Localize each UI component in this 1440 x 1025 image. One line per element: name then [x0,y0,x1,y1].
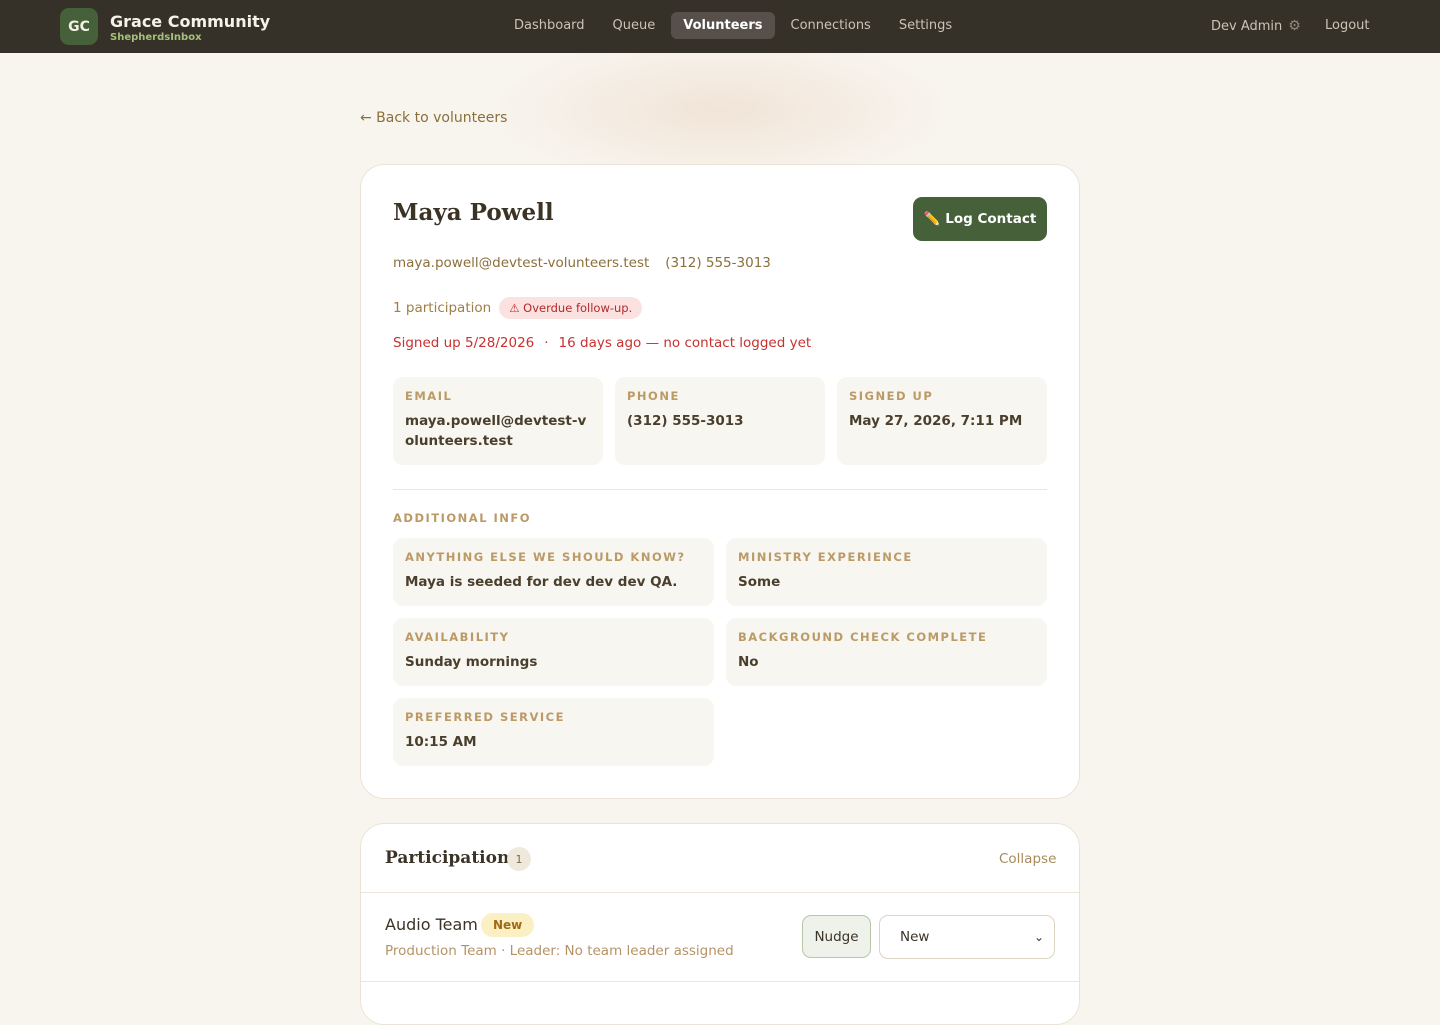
detail-label: EMAIL [405,389,453,403]
nav-dashboard[interactable]: Dashboard [502,12,597,39]
info-label: PREFERRED SERVICE [405,710,565,724]
team-name: Audio Team [385,915,478,934]
app-name: ShepherdsInbox [110,32,202,43]
signup-status-line: Signed up 5/28/2026 · 16 days ago — no c… [393,335,811,351]
no-contact-warning: 16 days ago — no contact logged yet [558,335,812,351]
status-select-value: New [900,929,930,945]
participation-title: Participation [385,848,510,868]
detail-label: PHONE [627,389,680,403]
info-label: AVAILABILITY [405,630,510,644]
user-menu[interactable]: Dev Admin ⚙ [1211,18,1301,34]
nav-queue[interactable]: Queue [601,12,668,39]
info-value: No [738,654,759,670]
detail-label: SIGNED UP [849,389,934,403]
section-divider [393,489,1047,490]
logout-link[interactable]: Logout [1325,18,1370,33]
volunteer-name: Maya Powell [393,199,554,226]
detail-value: (312) 555-3013 [627,413,744,429]
info-value: 10:15 AM [405,734,477,750]
detail-value: maya.powell@devtest-volunteers.test [405,413,587,449]
signed-up-date: Signed up 5/28/2026 [393,335,535,351]
org-logo[interactable]: GC [60,8,98,45]
collapse-button[interactable]: Collapse [999,851,1056,867]
info-value: Sunday mornings [405,654,538,670]
chevron-down-icon: ⌄ [1033,930,1044,944]
volunteer-profile-card: Maya Powell ✏️ Log Contact maya.powell@d… [360,164,1080,799]
nav-volunteers[interactable]: Volunteers [671,12,775,39]
info-label: ANYTHING ELSE WE SHOULD KNOW? [405,550,686,564]
participation-count-badge: 1 [507,847,531,871]
participation-card: Participation 1 Collapse Audio Team New … [360,823,1080,1025]
info-value: Some [738,574,781,590]
additional-info-item: AVAILABILITY Sunday mornings [393,618,714,686]
status-badge: New [481,913,535,937]
back-to-volunteers-link[interactable]: ← Back to volunteers [360,110,507,126]
team-meta: Production Team · Leader: No team leader… [385,943,734,959]
info-label: BACKGROUND CHECK COMPLETE [738,630,988,644]
participation-count: 1 participation [393,300,492,316]
top-navigation-bar: GC Grace Community ShepherdsInbox Dashbo… [0,0,1440,53]
gear-icon[interactable]: ⚙ [1288,18,1301,34]
main-nav: Dashboard Queue Volunteers Connections S… [502,12,964,39]
detail-value: May 27, 2026, 7:11 PM [849,413,1023,429]
overdue-badge: ⚠ Overdue follow-up. [499,297,643,319]
phone-link[interactable]: (312) 555-3013 [665,255,771,271]
participation-summary: 1 participation ⚠ Overdue follow-up. [393,297,643,319]
contact-line: maya.powell@devtest-volunteers.test (312… [393,255,771,271]
user-name: Dev Admin [1211,18,1283,34]
email-link[interactable]: maya.powell@devtest-volunteers.test [393,255,649,271]
signed-up-detail-box: SIGNED UP May 27, 2026, 7:11 PM [837,377,1047,465]
log-contact-button[interactable]: ✏️ Log Contact [913,197,1047,241]
additional-info-item: PREFERRED SERVICE 10:15 AM [393,698,714,766]
nav-settings[interactable]: Settings [887,12,964,39]
email-detail-box: EMAIL maya.powell@devtest-volunteers.tes… [393,377,603,465]
additional-info-title: ADDITIONAL INFO [393,511,532,525]
phone-detail-box: PHONE (312) 555-3013 [615,377,825,465]
additional-info-item: MINISTRY EXPERIENCE Some [726,538,1047,606]
divider [361,981,1079,982]
additional-info-item: ANYTHING ELSE WE SHOULD KNOW? Maya is se… [393,538,714,606]
info-value: Maya is seeded for dev dev dev QA. [405,574,678,590]
additional-info-item: BACKGROUND CHECK COMPLETE No [726,618,1047,686]
status-select[interactable]: New ⌄ [879,915,1055,959]
divider [361,892,1079,893]
nav-connections[interactable]: Connections [779,12,883,39]
separator-dot: · [544,335,549,351]
nudge-button[interactable]: Nudge [802,915,871,958]
info-label: MINISTRY EXPERIENCE [738,550,913,564]
org-name: Grace Community [110,12,271,31]
